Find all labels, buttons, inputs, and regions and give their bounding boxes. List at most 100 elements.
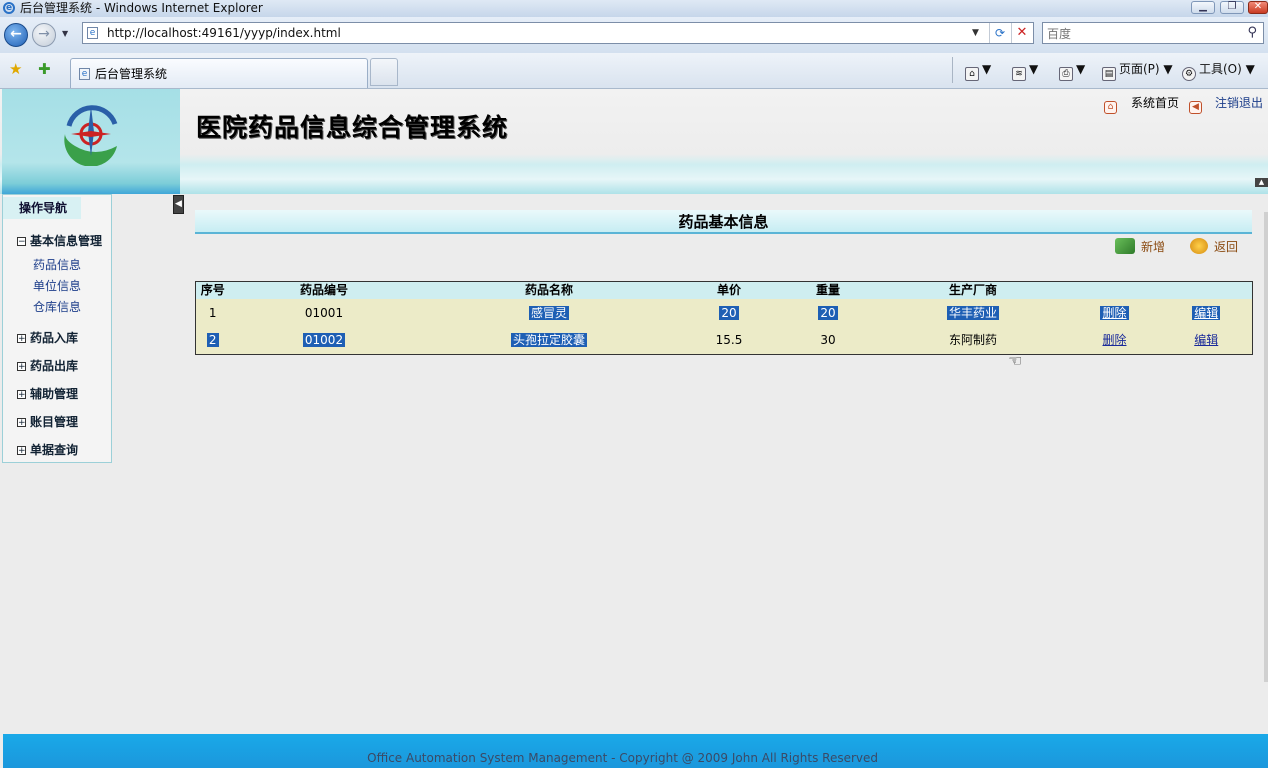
delete-link[interactable]: 删除 — [1100, 305, 1129, 320]
drug-name: 头孢拉定胶囊 — [510, 333, 587, 347]
edit-link[interactable]: 编辑 — [1192, 305, 1221, 320]
expand-icon[interactable]: + — [17, 418, 26, 428]
tools-menu[interactable]: ⚙ 工具(O) ▼ — [1182, 60, 1255, 81]
col-header-weight: 重量 — [778, 281, 878, 299]
tools-menu-label: 工具(O) — [1199, 62, 1242, 76]
nav-item-warehouse-info[interactable]: 仓库信息 — [33, 299, 81, 315]
tab-active[interactable]: e 后台管理系统 — [70, 58, 368, 88]
stop-icon[interactable]: ✕ — [1011, 23, 1032, 43]
window-title: 后台管理系统 - Windows Internet Explorer — [20, 1, 263, 15]
arrow-up-icon: ▲ — [1258, 178, 1265, 186]
table-row: 2 01002 头孢拉定胶囊 15.5 30 东阿制药 删除 编辑 — [195, 327, 1253, 355]
expand-icon[interactable]: + — [17, 334, 26, 344]
app-title: 医院药品信息综合管理系统 — [196, 113, 509, 142]
favorites-star-icon[interactable]: ★ — [9, 61, 22, 77]
address-dropdown-icon[interactable]: ▼ — [972, 23, 979, 43]
address-bar[interactable]: e http://localhost:49161/yyyp/index.html… — [82, 22, 1034, 44]
drug-code: 01002 — [302, 333, 346, 347]
back-link-label: 返回 — [1214, 240, 1239, 254]
url-text[interactable]: http://localhost:49161/yyyp/index.html — [107, 23, 341, 43]
nav-group-accounts[interactable]: + 账目管理 — [17, 414, 78, 430]
address-toolbar: ← → ▼ e http://localhost:49161/yyyp/inde… — [0, 17, 1268, 53]
nav-group-document-query[interactable]: + 单据查询 — [17, 442, 78, 458]
drug-table: 序号 药品编号 药品名称 单价 重量 生产厂商 1 01001 感冒灵 20 2… — [195, 281, 1253, 355]
toolbar-separator — [952, 57, 953, 83]
sidebar-header: 操作导航 — [3, 197, 81, 219]
nav-group-label: 药品入库 — [30, 331, 79, 345]
app-header-banner — [0, 89, 1268, 194]
add-favorites-icon[interactable]: ✚ — [38, 61, 51, 77]
cell-name: 感冒灵 — [418, 299, 680, 327]
expand-icon[interactable]: + — [17, 390, 26, 400]
nav-group-label: 基本信息管理 — [30, 234, 103, 248]
search-input[interactable] — [1045, 24, 1239, 44]
add-button[interactable]: 新增 — [1115, 238, 1165, 256]
back-link[interactable]: 返回 — [1190, 238, 1238, 256]
logout-link[interactable]: ◀ 注销退出 — [1189, 94, 1263, 114]
col-header-price: 单价 — [679, 281, 779, 299]
print-button[interactable]: ⎙ ▼ — [1059, 60, 1085, 81]
rss-feed-icon: ≋ — [1012, 67, 1026, 81]
hand-cursor-icon: ☜ — [1008, 351, 1023, 370]
cell-price: 15.5 — [679, 327, 779, 355]
back-button[interactable]: ← — [4, 23, 28, 47]
table-header-row: 序号 药品编号 药品名称 单价 重量 生产厂商 — [195, 281, 1253, 299]
maximize-button[interactable]: ❐ — [1220, 1, 1244, 14]
content-scrollbar[interactable] — [1264, 212, 1268, 682]
page-menu-label: 页面(P) — [1119, 62, 1160, 76]
cell-edit: 编辑 — [1160, 299, 1253, 327]
edit-link[interactable]: 编辑 — [1194, 333, 1218, 347]
row-index: 2 — [206, 333, 219, 347]
internet-explorer-icon: e — [3, 2, 15, 14]
search-box[interactable]: ⚲ — [1042, 22, 1264, 44]
nav-group-basic-info[interactable]: − 基本信息管理 — [17, 233, 102, 249]
nav-item-unit-info[interactable]: 单位信息 — [33, 278, 81, 294]
drug-name: 感冒灵 — [528, 305, 569, 320]
sidebar-collapse-button[interactable]: ◀ — [173, 195, 184, 214]
page-icon: ▤ — [1102, 67, 1116, 81]
page-icon: e — [87, 27, 98, 39]
close-button[interactable]: ✕ — [1248, 1, 1268, 14]
nav-group-auxiliary[interactable]: + 辅助管理 — [17, 386, 78, 402]
footer: Office Automation System Management - Co… — [3, 734, 1268, 768]
col-header-code: 药品编号 — [229, 281, 419, 299]
footer-copyright: Office Automation System Management - Co… — [367, 751, 878, 765]
expand-icon[interactable]: + — [17, 362, 26, 372]
expand-icon[interactable]: + — [17, 446, 26, 456]
col-header-name: 药品名称 — [418, 281, 680, 299]
cell-name: 头孢拉定胶囊 — [418, 327, 680, 355]
print-icon: ⎙ — [1059, 67, 1073, 81]
drug-price: 20 — [719, 305, 739, 320]
nav-item-drug-info[interactable]: 药品信息 — [33, 257, 81, 273]
header-collapse-button[interactable]: ▲ — [1255, 178, 1268, 187]
refresh-icon[interactable]: ⟳ — [989, 23, 1010, 43]
nav-group-stock-out[interactable]: + 药品出库 — [17, 358, 78, 374]
section-title: 药品基本信息 — [195, 210, 1252, 234]
home-button[interactable]: ⌂ ▼ — [965, 60, 991, 81]
home-icon: ⌂ — [965, 67, 979, 81]
cell-code: 01001 — [229, 299, 419, 327]
col-header-edit — [1160, 281, 1253, 299]
return-icon — [1190, 238, 1208, 254]
hospital-logo-icon — [64, 105, 118, 166]
cell-maker: 华丰药业 — [877, 299, 1069, 327]
recent-pages-dropdown[interactable]: ▼ — [62, 27, 72, 41]
add-record-icon — [1115, 238, 1135, 254]
collapse-icon[interactable]: − — [17, 237, 26, 247]
nav-group-label: 药品出库 — [30, 359, 79, 373]
nav-group-stock-in[interactable]: + 药品入库 — [17, 330, 78, 346]
search-icon[interactable]: ⚲ — [1247, 25, 1257, 40]
back-icon: ← — [10, 26, 22, 42]
nav-group-label: 单据查询 — [30, 443, 79, 457]
minimize-button[interactable]: ▁ — [1191, 1, 1215, 14]
forward-button[interactable]: → — [32, 23, 56, 47]
tab-bar: ★ ✚ e 后台管理系统 ⌂ ▼ ≋ ▼ ⎙ ▼ ▤ 页面(P) ▼ ⚙ 工具(O) ▼ — [0, 53, 1268, 89]
cell-index: 2 — [195, 327, 230, 355]
page-menu[interactable]: ▤ 页面(P) ▼ — [1102, 60, 1173, 81]
feeds-button[interactable]: ≋ ▼ — [1012, 60, 1038, 81]
cell-delete: 删除 — [1068, 327, 1161, 355]
delete-link[interactable]: 删除 — [1102, 333, 1126, 347]
home-link[interactable]: ⌂ 系统首页 — [1104, 94, 1179, 114]
home-link-label: 系统首页 — [1131, 96, 1180, 110]
new-tab-button[interactable] — [370, 58, 398, 86]
